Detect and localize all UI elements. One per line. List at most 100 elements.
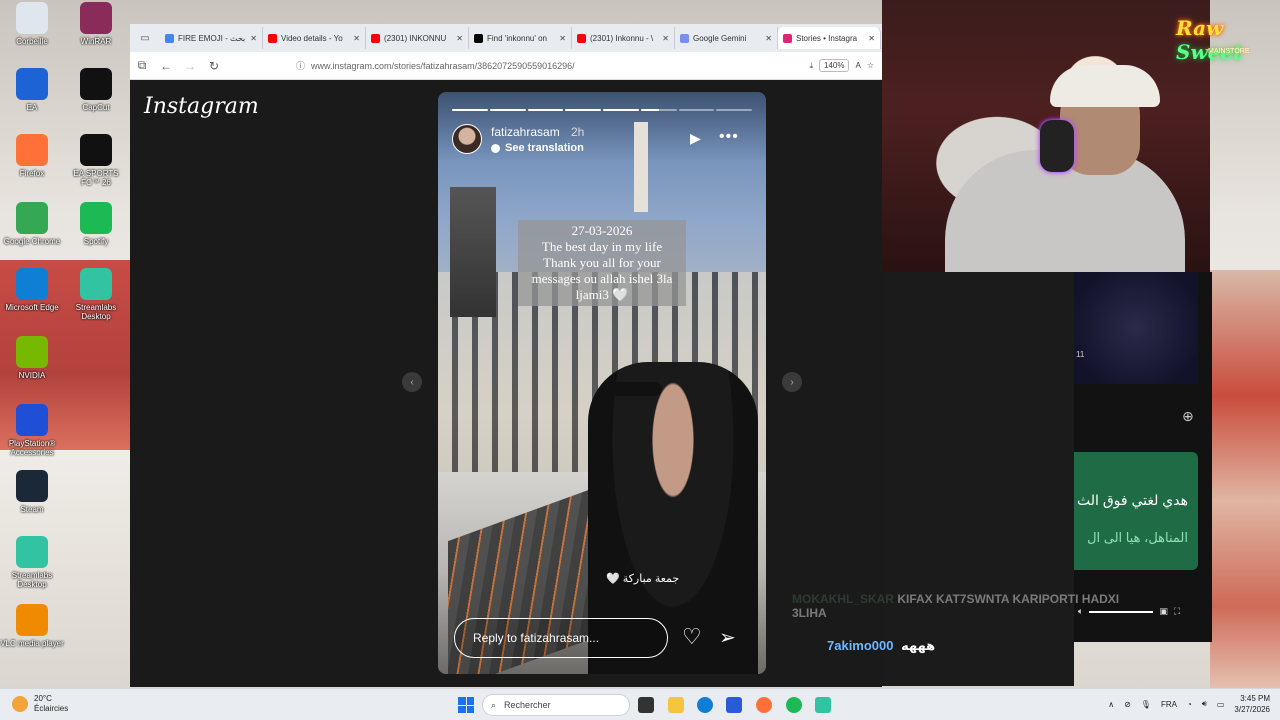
language-indicator[interactable]: FRA: [1161, 700, 1177, 709]
previous-story-icon[interactable]: ‹: [402, 372, 422, 392]
story-progress-segment: [489, 109, 526, 111]
desktop-icon-winrar[interactable]: WinRAR: [64, 2, 128, 46]
desktop-icon-playstation[interactable]: PlayStation® Accessories: [0, 404, 64, 457]
clock[interactable]: 3:45 PM 3/27/2026: [1234, 693, 1270, 715]
download-icon[interactable]: ⤓: [809, 61, 813, 71]
story-progress-segment: [716, 109, 752, 111]
refresh-icon[interactable]: ↻: [202, 59, 226, 73]
see-translation-button[interactable]: See translation: [491, 142, 584, 154]
desktop-icon-steam[interactable]: Steam: [0, 470, 64, 514]
tab-favicon-icon: [474, 33, 483, 43]
forward-icon[interactable]: →: [178, 59, 202, 73]
desktop-icon-capcut[interactable]: CapCut: [64, 68, 128, 112]
weather-widget[interactable]: 20°C Éclaircies: [12, 694, 68, 714]
tab-favicon-icon: [783, 33, 792, 43]
tab-close-icon[interactable]: ✕: [250, 34, 257, 43]
desktop-icon-label: Microsoft Edge: [5, 303, 59, 312]
desktop-icon-label: Firefox: [19, 169, 45, 178]
tab-actions-icon[interactable]: ▭: [130, 27, 160, 49]
taskbar-search-input[interactable]: ⌕ Rechercher: [482, 694, 630, 716]
browser-tab[interactable]: Find 'inkonnu' on ✕: [469, 27, 572, 49]
like-heart-icon[interactable]: ♡: [682, 624, 702, 650]
browser-tab[interactable]: (2301) INKONNU ✕: [366, 27, 469, 49]
spotify-taskbar-icon[interactable]: [786, 697, 802, 713]
tab-label: Video details - Yo: [281, 33, 343, 43]
microphone-icon[interactable]: 🎙︎: [1141, 700, 1151, 709]
more-options-icon[interactable]: •••: [719, 128, 739, 146]
story-viewer[interactable]: fatizahrasam 2h See translation ▶ ••• 27…: [438, 92, 766, 674]
tab-close-icon[interactable]: ✕: [456, 34, 463, 43]
weather-temp: 20°C: [34, 694, 52, 703]
desktop-icon-ea-fc[interactable]: EA SPORTS FC™ 26: [64, 134, 128, 187]
search-icon: ⌕: [491, 699, 497, 710]
reply-input[interactable]: Reply to fatizahrasam...: [454, 618, 668, 658]
task-view-icon[interactable]: [638, 697, 654, 713]
story-caption: 27-03-2026 The best day in my life Thank…: [518, 220, 686, 306]
tab-label: FIRE EMOJI - بحث: [178, 33, 246, 43]
file-explorer-icon[interactable]: [668, 697, 684, 713]
tab-close-icon[interactable]: ✕: [353, 34, 360, 43]
zoom-indicator[interactable]: 140%: [819, 59, 850, 72]
desktop-icon-vlc[interactable]: VLC media player: [0, 604, 64, 648]
tab-close-icon[interactable]: ✕: [662, 34, 669, 43]
next-story-icon[interactable]: ›: [782, 372, 802, 392]
firefox-taskbar-icon[interactable]: [756, 697, 772, 713]
wifi-icon[interactable]: ◔: [1187, 700, 1192, 709]
story-progress-segment: [527, 109, 564, 111]
site-info-icon[interactable]: ⓘ: [296, 59, 305, 72]
clock-date: 3/27/2026: [1234, 705, 1270, 714]
desktop-icon-recycle-bin[interactable]: Corbeille: [0, 2, 64, 46]
desktop-icon-firefox[interactable]: Firefox: [0, 134, 64, 178]
store-icon[interactable]: [726, 697, 742, 713]
avatar[interactable]: [452, 124, 482, 154]
tab-close-icon[interactable]: ✕: [765, 34, 772, 43]
browser-tab[interactable]: FIRE EMOJI - بحث ✕: [160, 27, 263, 49]
play-icon[interactable]: ▶: [690, 130, 701, 147]
windows-start-icon[interactable]: [458, 697, 474, 713]
network-icon[interactable]: ⊘: [1124, 700, 1131, 709]
wallpaper-red-accent-right: [1210, 270, 1280, 690]
desktop-icon-chrome[interactable]: Google Chrome: [0, 202, 64, 246]
address-bar: ⧉ ← → ↻ ⓘ www.instagram.com/stories/fati…: [130, 52, 882, 80]
weather-desc: Éclaircies: [34, 704, 69, 713]
send-icon[interactable]: ➢: [719, 625, 736, 650]
neon-sign-main: Raw: [1176, 16, 1224, 40]
desktop-icon-spotify[interactable]: Spotify: [64, 202, 128, 246]
translate-icon: [491, 143, 500, 153]
desktop-icon-edge[interactable]: Microsoft Edge: [0, 268, 64, 312]
read-aloud-icon[interactable]: A: [855, 61, 860, 70]
browser-tab[interactable]: Stories • Instagra ✕: [778, 27, 881, 49]
stream-dark-area: [882, 272, 1074, 686]
speaker-icon[interactable]: 🔊︎: [1202, 699, 1207, 709]
add-circle-icon[interactable]: ⊕: [1182, 408, 1194, 425]
desktop-icon-streamlabs[interactable]: Streamlabs Desktop: [0, 536, 64, 589]
url-field[interactable]: ⓘ www.instagram.com/stories/fatizahrasam…: [296, 56, 776, 76]
browser-tab[interactable]: (2301) Inkonnu - \ ✕: [572, 27, 675, 49]
edge-taskbar-icon[interactable]: [697, 697, 713, 713]
vlc-icon: [16, 604, 48, 636]
battery-icon[interactable]: ▭: [1217, 700, 1225, 709]
nvidia-icon: [16, 336, 48, 368]
browser-tab[interactable]: Google Gemini ✕: [675, 27, 778, 49]
desktop-icon-ea[interactable]: EA: [0, 68, 64, 112]
story-progress-segment: [678, 109, 715, 111]
split-screen-icon[interactable]: ⧉: [130, 58, 154, 73]
browser-tab[interactable]: Video details - Yo ✕: [263, 27, 366, 49]
story-username[interactable]: fatizahrasam: [491, 125, 560, 139]
tab-close-icon[interactable]: ✕: [868, 34, 875, 43]
miniplayer-icon[interactable]: ▣: [1159, 606, 1168, 617]
desktop-icon-streamlabs[interactable]: Streamlabs Desktop: [64, 268, 128, 321]
tab-close-icon[interactable]: ✕: [559, 34, 566, 43]
story-timestamp: 2h: [571, 125, 585, 139]
instagram-logo[interactable]: Instagram: [144, 94, 259, 119]
favorites-icon[interactable]: ☆: [867, 61, 874, 70]
fullscreen-icon[interactable]: ⛶: [1174, 606, 1180, 617]
tray-overflow-icon[interactable]: ∧: [1108, 700, 1114, 709]
desktop-icon-label: Google Chrome: [3, 237, 61, 246]
media-thumbnail[interactable]: 11: [1074, 272, 1198, 384]
streamlabs-taskbar-icon[interactable]: [815, 697, 831, 713]
edge-icon: [16, 268, 48, 300]
back-icon[interactable]: ←: [154, 59, 178, 73]
desktop-icon-nvidia[interactable]: NVIDIA: [0, 336, 64, 380]
lyrics-line-1: هدي لغتي فوق الث: [1077, 492, 1188, 508]
